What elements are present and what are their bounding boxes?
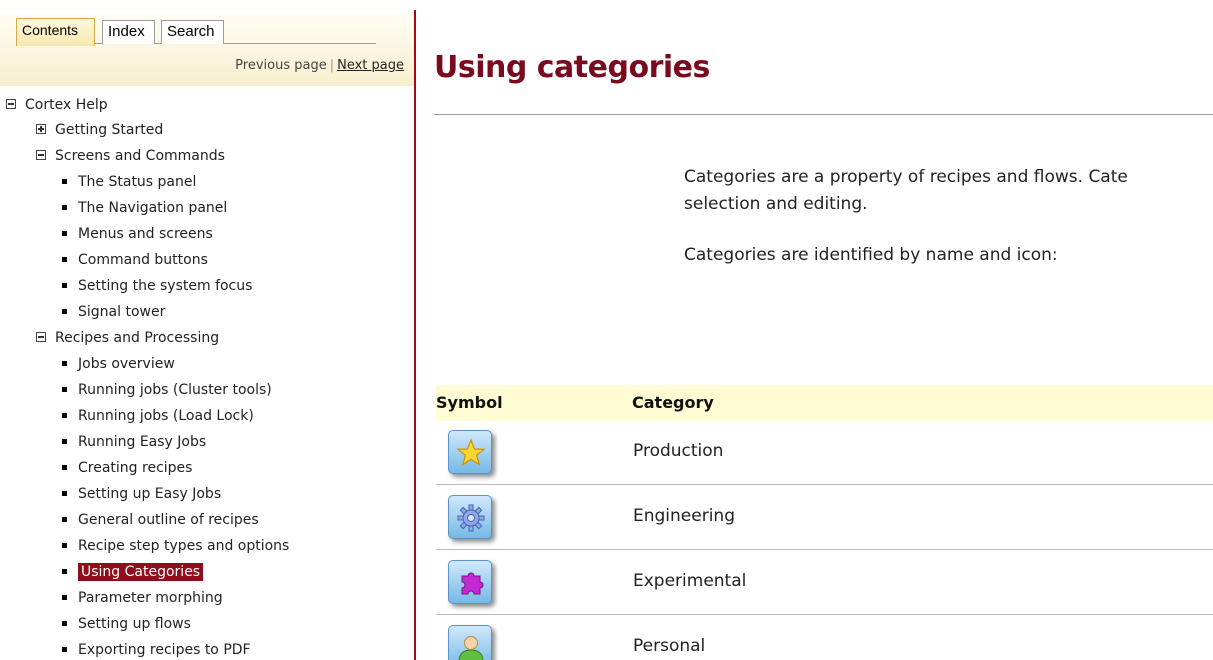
- column-header-category: Category: [632, 393, 714, 412]
- toc-item-signal-tower[interactable]: Signal tower: [62, 301, 165, 323]
- bullet-icon: [62, 438, 67, 444]
- pager-separator: |: [329, 58, 335, 73]
- user-icon: [448, 625, 492, 660]
- tree-node-label: Screens and Commands: [55, 148, 225, 164]
- next-page-link[interactable]: Next page: [337, 58, 404, 73]
- intro-paragraph-line-1: Categories are a property of recipes and…: [684, 167, 1128, 187]
- identification-paragraph: Categories are identified by name and ic…: [684, 245, 1058, 265]
- table-row: Experimental: [436, 551, 1213, 615]
- toc-item-label: Using Categories: [78, 563, 204, 581]
- category-name: Production: [633, 441, 724, 461]
- tree-node-label: Cortex Help: [25, 97, 108, 113]
- toc-pane: Contents Index Search Previous page | Next…: [0, 0, 414, 660]
- toc-item-label: Parameter morphing: [78, 590, 223, 606]
- toc-item-running-easy-jobs[interactable]: Running Easy Jobs: [62, 431, 206, 453]
- bullet-icon: [62, 490, 67, 496]
- bullet-icon: [62, 516, 67, 522]
- star-icon: [448, 430, 492, 474]
- bullet-icon: [62, 464, 67, 470]
- bullet-icon: [62, 360, 67, 366]
- tab-contents[interactable]: Contents: [16, 18, 95, 46]
- toc-item-label: The Status panel: [78, 174, 197, 190]
- toc-item-exporting-to-pdf[interactable]: Exporting recipes to PDF: [62, 639, 251, 660]
- toc-header: Contents Index Search Previous page | Next…: [0, 14, 414, 86]
- bullet-icon: [62, 282, 67, 288]
- puzzle-icon: [448, 560, 492, 604]
- bullet-icon: [62, 412, 67, 418]
- toc-item-status-panel[interactable]: The Status panel: [62, 171, 196, 193]
- bullet-icon: [62, 568, 67, 574]
- collapse-icon[interactable]: [36, 332, 46, 342]
- toc-item-label: Creating recipes: [78, 460, 193, 476]
- category-name: Experimental: [633, 571, 747, 591]
- toc-tabs: Contents Index Search: [16, 18, 376, 46]
- toc-item-creating-recipes[interactable]: Creating recipes: [62, 457, 192, 479]
- gear-icon: [448, 495, 492, 539]
- toc-item-label: Setting up flows: [78, 616, 191, 632]
- bullet-icon: [62, 178, 67, 184]
- toc-item-recipe-step-types[interactable]: Recipe step types and options: [62, 535, 289, 557]
- toc-item-running-jobs-cluster[interactable]: Running jobs (Cluster tools): [62, 379, 272, 401]
- toc-item-system-focus[interactable]: Setting the system focus: [62, 275, 252, 297]
- toc-item-jobs-overview[interactable]: Jobs overview: [62, 353, 175, 375]
- bullet-icon: [62, 308, 67, 314]
- bullet-icon: [62, 204, 67, 210]
- toc-item-setting-up-flows[interactable]: Setting up flows: [62, 613, 191, 635]
- toc-item-using-categories[interactable]: Using Categories: [62, 561, 204, 583]
- title-divider: [434, 114, 1213, 115]
- tab-search[interactable]: Search: [161, 20, 224, 44]
- expand-icon[interactable]: [36, 124, 46, 134]
- tree-node-screens-and-commands[interactable]: Screens and Commands: [36, 145, 225, 167]
- tree-node-getting-started[interactable]: Getting Started: [36, 119, 163, 141]
- bullet-icon: [62, 594, 67, 600]
- collapse-icon[interactable]: [6, 99, 16, 109]
- table-header-row: Symbol Category: [436, 385, 1213, 421]
- toc-item-label: Running Easy Jobs: [78, 434, 207, 450]
- bullet-icon: [62, 542, 67, 548]
- toc-item-navigation-panel[interactable]: The Navigation panel: [62, 197, 227, 219]
- toc-item-label: Signal tower: [78, 304, 166, 320]
- toc-item-label: Jobs overview: [78, 356, 175, 372]
- bullet-icon: [62, 256, 67, 262]
- toc-item-label: General outline of recipes: [78, 512, 259, 528]
- bullet-icon: [62, 646, 67, 652]
- column-header-symbol: Symbol: [436, 393, 503, 412]
- toc-item-outline-of-recipes[interactable]: General outline of recipes: [62, 509, 259, 531]
- tree-node-recipes-and-processing[interactable]: Recipes and Processing: [36, 327, 219, 349]
- tab-index[interactable]: Index: [102, 20, 155, 44]
- toc-item-parameter-morphing[interactable]: Parameter morphing: [62, 587, 223, 609]
- toc-item-label: Setting up Easy Jobs: [78, 486, 222, 502]
- intro-paragraph-line-2: selection and editing.: [684, 194, 868, 214]
- toc-item-menus-and-screens[interactable]: Menus and screens: [62, 223, 213, 245]
- toc-item-label: Recipe step types and options: [78, 538, 290, 554]
- category-name: Engineering: [633, 506, 735, 526]
- page-title: Using categories: [434, 50, 710, 85]
- toc-item-label: Command buttons: [78, 252, 208, 268]
- bullet-icon: [62, 230, 67, 236]
- toc-item-label: Exporting recipes to PDF: [78, 642, 251, 658]
- bullet-icon: [62, 620, 67, 626]
- toc-item-label: The Navigation panel: [78, 200, 228, 216]
- previous-page-link[interactable]: Previous page: [235, 58, 327, 73]
- table-row: Personal: [436, 616, 1213, 660]
- content-pane: Using categories Categories are a proper…: [416, 0, 1213, 660]
- tree-node-label: Recipes and Processing: [55, 330, 220, 346]
- bullet-icon: [62, 386, 67, 392]
- toc-item-label: Running jobs (Load Lock): [78, 408, 254, 424]
- toc-item-label: Running jobs (Cluster tools): [78, 382, 272, 398]
- category-name: Personal: [633, 636, 706, 656]
- toc-item-running-jobs-loadlock[interactable]: Running jobs (Load Lock): [62, 405, 254, 427]
- table-row: Production: [436, 421, 1213, 485]
- toc-item-command-buttons[interactable]: Command buttons: [62, 249, 208, 271]
- toc-item-setting-up-easy-jobs[interactable]: Setting up Easy Jobs: [62, 483, 221, 505]
- toc-item-label: Setting the system focus: [78, 278, 253, 294]
- tree-node-cortex-help[interactable]: Cortex Help: [6, 94, 108, 116]
- collapse-icon[interactable]: [36, 150, 46, 160]
- tree-node-label: Getting Started: [55, 122, 164, 138]
- page-navigation: Previous page | Next page: [235, 58, 404, 78]
- table-row: Engineering: [436, 486, 1213, 550]
- toc-item-label: Menus and screens: [78, 226, 213, 242]
